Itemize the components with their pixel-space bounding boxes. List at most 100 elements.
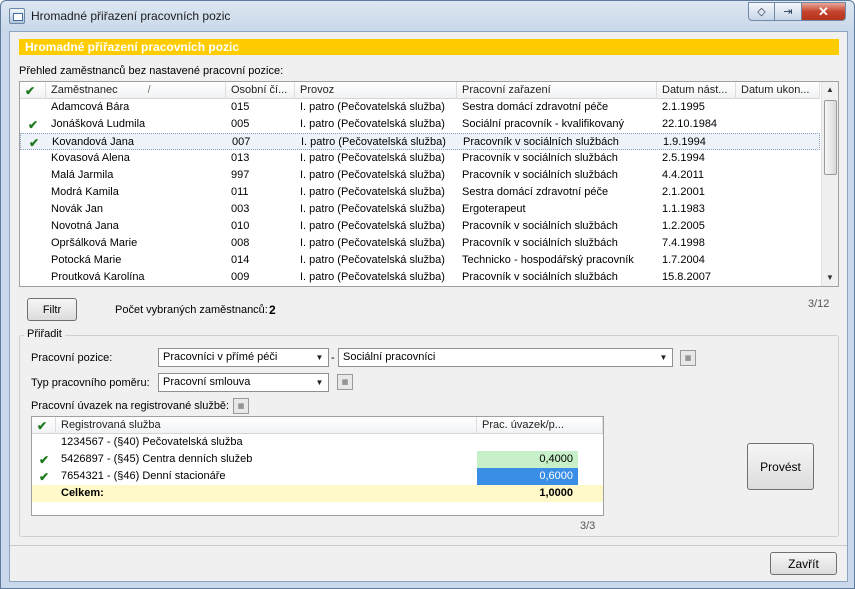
workload-lookup-icon[interactable]: ▦ [233,398,249,414]
cell-nastup: 22.10.1984 [662,118,718,130]
services-total-value: 1,0000 [539,487,573,499]
cell-number: 005 [231,118,250,130]
position-category-combo[interactable]: Pracovníci v přímé péči ▼ [158,348,329,367]
col-employee-label: Zaměstnanec [51,84,118,96]
workload-value[interactable]: 0,4000 [477,451,578,468]
chevron-down-icon[interactable]: ▼ [312,350,327,365]
scroll-down-icon[interactable]: ▼ [822,270,838,286]
table-row[interactable]: Proutková Karolína 009 I. patro (Pečovatel… [20,269,820,286]
row-checkbox[interactable] [20,201,46,218]
row-checkbox[interactable] [20,235,46,252]
apply-button[interactable]: Provést [747,443,814,490]
cell-nastup: 2.1.1995 [662,101,705,113]
col-number[interactable]: Osobní čí... [226,82,295,99]
table-row[interactable]: Novotná Jana 010 I. patro (Pečovatelská sl… [20,218,820,235]
col-nastup[interactable]: Datum nást... [657,82,736,99]
close-button[interactable]: Zavřít [770,552,837,575]
position-value: Sociální pracovníci [343,351,436,363]
services-col-check[interactable]: ✔ [32,417,56,434]
col-check-header[interactable]: ✔ [20,82,46,99]
row-checkbox[interactable] [32,434,56,451]
row-checkbox[interactable] [20,184,46,201]
table-row[interactable]: Kovasová Alena 013 I. patro (Pečovatelská … [20,150,820,167]
employment-type-value: Pracovní smlouva [163,376,251,388]
check-icon: ✔ [37,419,48,433]
restore-icon[interactable]: ◇ [748,2,775,21]
col-provoz[interactable]: Provoz [295,82,457,99]
table-row[interactable]: Potocká Marie 014 I. patro (Pečovatelská s… [20,252,820,269]
table-row[interactable]: Novák Jan 003 I. patro (Pečovatelská služb… [20,201,820,218]
workload-value[interactable]: 0,6000 [477,468,578,485]
cell-number: 009 [231,271,250,283]
service-name: 5426897 - (§45) Centra denních služeb [61,453,253,465]
services-grid-header: ✔ Registrovaná služba Prac. úvazek/p... [32,417,603,434]
assign-group-title: Přiřadit [24,328,65,340]
cell-ukonceni [736,218,820,235]
check-icon: ✔ [25,84,36,98]
table-row[interactable]: ✔ Kovandová Jana 007 I. patro (Pečovatelská… [20,133,820,150]
help-icon[interactable]: ⇥ [775,2,802,21]
scroll-up-icon[interactable]: ▲ [822,82,838,98]
chevron-down-icon[interactable]: ▼ [656,350,671,365]
cell-provoz: I. patro (Pečovatelská služba) [300,254,445,266]
employment-lookup-icon[interactable]: ▦ [337,374,353,390]
workload-value[interactable] [477,434,578,451]
row-checkbox[interactable] [20,269,46,286]
main-window: Hromadné přiřazení pracovních pozic ◇ ⇥ … [0,0,855,589]
row-checkbox[interactable] [20,167,46,184]
row-checkbox[interactable] [20,252,46,269]
cell-number: 013 [231,152,250,164]
cell-name: Potocká Marie [51,254,122,266]
cell-provoz: I. patro (Pečovatelská služba) [300,118,445,130]
cell-nastup: 1.9.1994 [663,136,706,148]
cell-name: Malá Jarmila [51,169,114,181]
vertical-scrollbar[interactable]: ▲ ▼ [821,82,838,286]
cell-zarazeni: Ergoterapeut [462,203,526,215]
title-bar[interactable]: Hromadné přiřazení pracovních pozic ◇ ⇥ … [1,1,854,31]
employment-type-combo[interactable]: Pracovní smlouva ▼ [158,373,329,392]
services-col-value[interactable]: Prac. úvazek/p... [477,417,603,434]
list-item[interactable]: ✔ 7654321 - (§46) Denní stacionáře 0,6000 [32,468,603,485]
col-employee[interactable]: Zaměstnanec / [46,82,226,99]
chevron-down-icon[interactable]: ▼ [312,375,327,390]
cell-name: Proutková Karolína [51,271,145,283]
check-icon[interactable]: ✔ [32,451,56,468]
table-row[interactable]: Modrá Kamila 011 I. patro (Pečovatelská sl… [20,184,820,201]
selected-count-value: 2 [269,303,276,317]
position-combo[interactable]: Sociální pracovníci ▼ [338,348,673,367]
filter-button[interactable]: Filtr [27,298,77,321]
cell-ukonceni [736,167,820,184]
cell-provoz: I. patro (Pečovatelská služba) [301,136,446,148]
row-checkbox[interactable] [20,150,46,167]
close-icon[interactable]: ✕ [802,2,846,21]
check-icon[interactable]: ✔ [20,116,46,133]
check-icon[interactable]: ✔ [32,468,56,485]
services-total-row: Celkem: 1,0000 [32,485,603,502]
table-row[interactable]: Opršálková Marie 008 I. patro (Pečovatelsk… [20,235,820,252]
list-item[interactable]: 1234567 - (§40) Pečovatelská služba [32,434,603,451]
table-row[interactable]: Adamcová Bára 015 I. patro (Pečovatelská s… [20,99,820,116]
position-separator: - [331,352,335,364]
row-checkbox[interactable] [20,99,46,116]
grid-header: ✔ Zaměstnanec / Osobní čí... Provoz Praco… [20,82,820,99]
col-zarazeni[interactable]: Pracovní zařazení [457,82,657,99]
list-item[interactable]: ✔ 5426897 - (§45) Centra denních služeb 0,… [32,451,603,468]
cell-number: 008 [231,237,250,249]
services-col-service[interactable]: Registrovaná služba [56,417,477,434]
check-icon[interactable]: ✔ [21,134,47,151]
table-row[interactable]: Malá Jarmila 997 I. patro (Pečovatelská sl… [20,167,820,184]
table-row[interactable]: ✔ Jonášková Ludmila 005 I. patro (Pečovatel… [20,116,820,133]
cell-zarazeni: Pracovník v sociálních službách [462,271,618,283]
cell-ukonceni [736,235,820,252]
col-ukonceni[interactable]: Datum ukon... [736,82,820,99]
employment-type-label: Typ pracovního poměru: [31,377,150,389]
cell-ukonceni [736,99,820,116]
cell-ukonceni [736,201,820,218]
cell-zarazeni: Sestra domácí zdravotní péče [462,186,609,198]
cell-zarazeni: Pracovník v sociálních službách [462,237,618,249]
cell-number: 007 [232,136,251,148]
position-lookup-icon[interactable]: ▦ [680,350,696,366]
cell-provoz: I. patro (Pečovatelská služba) [300,220,445,232]
row-checkbox[interactable] [20,218,46,235]
scroll-thumb[interactable] [824,100,837,175]
